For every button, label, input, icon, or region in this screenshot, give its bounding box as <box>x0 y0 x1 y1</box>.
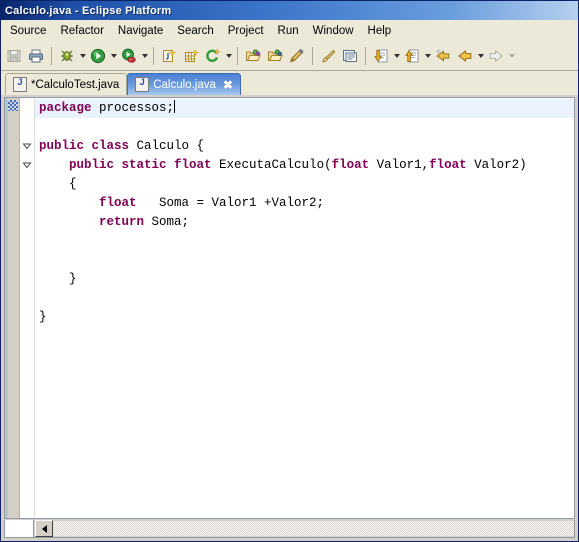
code-line[interactable]: { <box>35 175 574 194</box>
code-line[interactable]: } <box>35 308 574 327</box>
code-editor[interactable]: package processos; public class Calculo {… <box>4 97 575 519</box>
title-bar: Calculo.java - Eclipse Platform <box>1 1 578 20</box>
new-class-dropdown-arrow[interactable] <box>224 45 233 67</box>
editor-tab-strip: *CalculoTest.java Calculo.java ✖ <box>1 71 578 95</box>
scrollbar-corner <box>5 520 34 537</box>
scrollbar-track[interactable] <box>53 521 574 536</box>
run-coverage-dropdown-arrow[interactable] <box>140 45 149 67</box>
debug-icon[interactable] <box>56 45 78 67</box>
code-token: Calculo { <box>129 139 205 153</box>
code-token: Valor2) <box>466 158 527 172</box>
keyword-token: float <box>331 158 370 172</box>
horizontal-scrollbar[interactable] <box>4 520 575 538</box>
new-java-project-icon[interactable] <box>158 45 180 67</box>
toolbar-separator <box>51 47 52 65</box>
code-token: { <box>39 177 77 191</box>
fold-collapse-icon[interactable] <box>22 160 32 170</box>
tab-calculotest-java[interactable]: *CalculoTest.java <box>5 73 128 95</box>
code-line[interactable]: public static float ExecutaCalculo(float… <box>35 156 574 175</box>
code-token: Soma; <box>144 215 190 229</box>
tab-label: Calculo.java <box>153 78 216 91</box>
debug-dropdown-arrow[interactable] <box>78 45 87 67</box>
menu-source[interactable]: Source <box>3 23 53 39</box>
last-edit-location-icon[interactable] <box>432 45 454 67</box>
open-type-icon[interactable] <box>242 45 264 67</box>
pencil-icon[interactable] <box>286 45 308 67</box>
text-caret <box>174 100 176 113</box>
fold-collapse-icon[interactable] <box>22 141 32 151</box>
next-annotation-dropdown-arrow[interactable] <box>392 45 401 67</box>
run-coverage-icon[interactable] <box>118 45 140 67</box>
folding-gutter[interactable] <box>20 98 35 518</box>
tab-calculo-java[interactable]: Calculo.java ✖ <box>127 73 241 95</box>
code-token: processos; <box>91 101 175 115</box>
brush-icon[interactable] <box>317 45 339 67</box>
code-token: Soma = Valor1 +Valor2; <box>136 196 325 210</box>
code-token: Valor1, <box>369 158 430 172</box>
run-icon[interactable] <box>87 45 109 67</box>
toolbar-separator <box>237 47 238 65</box>
menu-run[interactable]: Run <box>271 23 306 39</box>
scroll-left-button[interactable] <box>35 520 53 537</box>
forward-dropdown-arrow[interactable] <box>507 45 516 67</box>
keyword-token: float <box>99 196 137 210</box>
document-icon[interactable] <box>339 45 361 67</box>
keyword-token: public class <box>39 139 130 153</box>
code-line[interactable] <box>35 289 574 308</box>
run-dropdown-arrow[interactable] <box>109 45 118 67</box>
tool-bar <box>1 42 578 71</box>
next-annotation-icon[interactable] <box>370 45 392 67</box>
back-dropdown-arrow[interactable] <box>476 45 485 67</box>
print-icon[interactable] <box>25 45 47 67</box>
changed-line-marker <box>8 100 18 111</box>
code-token: } <box>39 310 47 324</box>
tab-label: *CalculoTest.java <box>31 78 120 91</box>
new-package-icon[interactable] <box>180 45 202 67</box>
save-icon[interactable] <box>3 45 25 67</box>
toolbar-separator <box>312 47 313 65</box>
java-file-icon <box>13 77 27 92</box>
window-title: Calculo.java - Eclipse Platform <box>5 4 172 17</box>
menu-search[interactable]: Search <box>170 23 220 39</box>
code-area[interactable]: package processos; public class Calculo {… <box>35 98 574 518</box>
back-icon[interactable] <box>454 45 476 67</box>
code-line[interactable] <box>35 118 574 137</box>
toolbar-separator <box>153 47 154 65</box>
eclipse-window: Calculo.java - Eclipse Platform Source Re… <box>0 0 579 542</box>
code-line[interactable] <box>35 232 574 251</box>
code-line[interactable]: package processos; <box>35 99 574 118</box>
menu-help[interactable]: Help <box>361 23 399 39</box>
new-class-icon[interactable] <box>202 45 224 67</box>
close-icon[interactable]: ✖ <box>223 79 233 91</box>
keyword-token: public static float <box>69 158 212 172</box>
code-line[interactable]: public class Calculo { <box>35 137 574 156</box>
code-line[interactable]: } <box>35 270 574 289</box>
keyword-token: return <box>99 215 145 229</box>
forward-icon[interactable] <box>485 45 507 67</box>
previous-annotation-icon[interactable] <box>401 45 423 67</box>
marker-gutter[interactable] <box>5 98 20 518</box>
menu-bar: Source Refactor Navigate Search Project Run Wi… <box>1 20 578 42</box>
code-line[interactable] <box>35 251 574 270</box>
keyword-token: package <box>39 101 92 115</box>
keyword-token: float <box>429 158 467 172</box>
java-file-icon <box>135 77 150 92</box>
previous-annotation-dropdown-arrow[interactable] <box>423 45 432 67</box>
code-token: ExecutaCalculo( <box>211 158 332 172</box>
code-line[interactable]: return Soma; <box>35 213 574 232</box>
code-line[interactable]: float Soma = Valor1 +Valor2; <box>35 194 574 213</box>
menu-window[interactable]: Window <box>306 23 361 39</box>
open-resource-icon[interactable] <box>264 45 286 67</box>
toolbar-separator <box>365 47 366 65</box>
menu-project[interactable]: Project <box>221 23 271 39</box>
menu-refactor[interactable]: Refactor <box>53 23 110 39</box>
code-token: } <box>39 272 77 286</box>
menu-navigate[interactable]: Navigate <box>111 23 170 39</box>
